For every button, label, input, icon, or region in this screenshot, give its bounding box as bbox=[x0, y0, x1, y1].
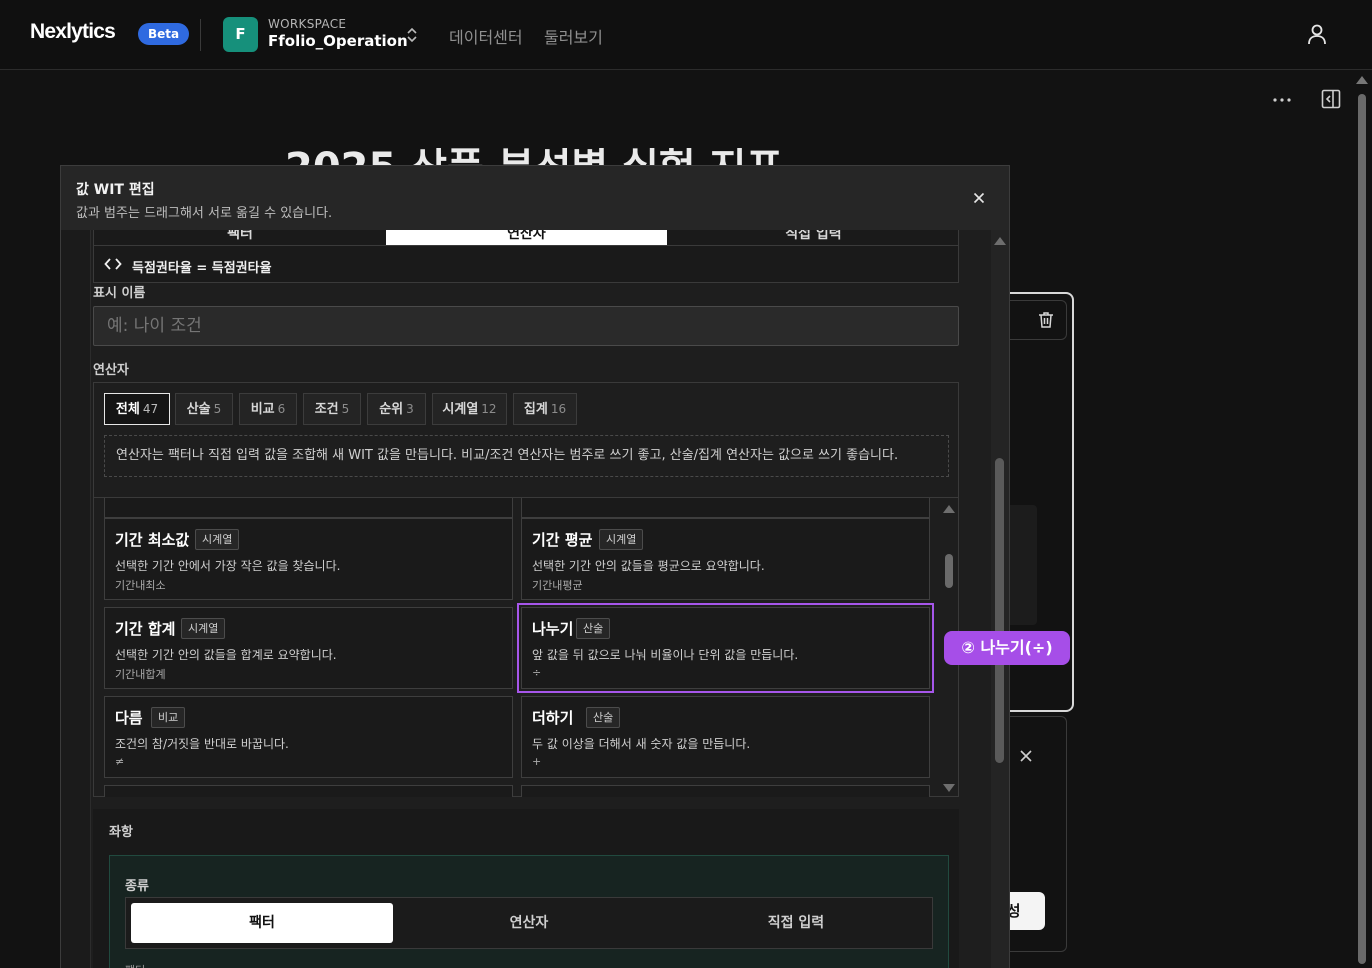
tab-factor[interactable]: 팩터 bbox=[94, 230, 386, 245]
close-icon[interactable] bbox=[1016, 746, 1036, 766]
operator-card-period-avg[interactable]: 기간 평균 시계열 선택한 기간 안의 값들을 평균으로 요약합니다. 기간내평… bbox=[521, 518, 930, 600]
modal-subtitle: 값과 범주는 드래그해서 서로 옮길 수 있습니다. bbox=[76, 206, 333, 221]
category-arithmetic[interactable]: 산술 5 bbox=[175, 393, 233, 425]
operators-description: 연산자는 팩터나 직접 입력 값을 조합해 새 WIT 값을 만듭니다. 비교/… bbox=[104, 435, 949, 477]
operator-picker: 전체 47 산술 5 비교 6 조건 5 순위 3 시계열 12 집계 16 연산자는 팩터나… bbox=[93, 382, 959, 797]
top-bar: Nexlytics Beta F WORKSPACE Ffolio_Operat… bbox=[0, 0, 1372, 70]
panel-toggle-icon[interactable] bbox=[1320, 88, 1342, 110]
operator-list: 기간 최소값 시계열 선택한 기간 안에서 가장 작은 값을 찾습니다. 기간내… bbox=[94, 497, 958, 797]
workspace-label: WORKSPACE bbox=[268, 17, 347, 31]
display-name-input[interactable] bbox=[93, 306, 959, 346]
workspace-avatar[interactable]: F bbox=[223, 17, 258, 52]
create-button[interactable]: 생성 bbox=[1005, 892, 1045, 930]
operator-card-divide[interactable]: 나누기 산술 앞 값을 뒤 값으로 나눠 비율이나 단위 값을 만듭니다. ÷ bbox=[517, 603, 934, 693]
nav-tour[interactable]: 둘러보기 bbox=[544, 24, 603, 48]
tab-direct-input[interactable]: 직접 입력 bbox=[667, 230, 960, 245]
formula-text: 득점권타율 = 득점권타율 bbox=[132, 261, 272, 276]
operator-card-partial[interactable] bbox=[521, 785, 930, 797]
category-compare[interactable]: 비교 6 bbox=[239, 393, 297, 425]
workspace-name[interactable]: Ffolio_Operation bbox=[268, 32, 408, 50]
category-timeseries[interactable]: 시계열 12 bbox=[432, 393, 507, 425]
operator-card-partial[interactable] bbox=[104, 498, 513, 518]
app-logo[interactable]: Nexlytics bbox=[30, 20, 116, 44]
kind-factor-button[interactable]: 팩터 bbox=[131, 903, 393, 943]
kind-label: 종류 bbox=[125, 879, 149, 894]
edit-wit-modal: 값 WIT 편집 값과 범주는 드래그해서 서로 옮길 수 있습니다. 팩터 연… bbox=[60, 165, 1010, 968]
nav-datacenter[interactable]: 데이터센터 bbox=[449, 24, 523, 48]
kind-direct-input-button[interactable]: 직접 입력 bbox=[665, 903, 927, 943]
tab-operator[interactable]: 연산자 bbox=[386, 230, 667, 245]
operator-card-period-sum[interactable]: 기간 합계 시계열 선택한 기간 안의 값들을 합계로 요약합니다. 기간내합계 bbox=[104, 607, 513, 689]
category-rank[interactable]: 순위 3 bbox=[367, 393, 426, 425]
kind-segmented-control: 팩터 연산자 직접 입력 bbox=[125, 897, 933, 949]
kind-box: 종류 팩터 연산자 직접 입력 팩터 bbox=[109, 855, 949, 968]
modal-body: 팩터 연산자 직접 입력 득점권타율 = 득점권타율 표시 이름 연산자 전체4… bbox=[61, 230, 1009, 968]
modal-title: 값 WIT 편집 bbox=[76, 182, 155, 198]
close-icon[interactable] bbox=[971, 190, 987, 206]
operator-card-period-min[interactable]: 기간 최소값 시계열 선택한 기간 안에서 가장 작은 값을 찾습니다. 기간내… bbox=[104, 518, 513, 600]
chevron-up-down-icon[interactable] bbox=[404, 25, 420, 45]
operator-card-partial[interactable] bbox=[521, 498, 930, 518]
user-icon[interactable] bbox=[1305, 22, 1329, 46]
formula-preview: 득점권타율 = 득점권타율 bbox=[93, 246, 959, 283]
trash-icon[interactable] bbox=[1036, 310, 1056, 330]
source-tabs: 팩터 연산자 직접 입력 bbox=[93, 230, 959, 246]
left-operand-section: 좌항 종류 팩터 연산자 직접 입력 팩터 bbox=[93, 809, 959, 968]
operator-card-add[interactable]: 더하기 산술 두 값 이상을 더해서 새 숫자 값을 만듭니다. + bbox=[521, 696, 930, 778]
display-name-label: 표시 이름 bbox=[93, 286, 146, 301]
more-dots-icon[interactable] bbox=[1270, 88, 1294, 112]
operator-card-not-equal[interactable]: 다름 비교 조건의 참/거짓을 반대로 바꿉니다. ≠ bbox=[104, 696, 513, 778]
modal-left-gutter bbox=[61, 230, 91, 968]
category-condition[interactable]: 조건 5 bbox=[303, 393, 361, 425]
factor-label: 팩터 bbox=[125, 962, 145, 968]
page-title: 2025 상품 분석별 실험 지표 bbox=[285, 148, 885, 165]
step-annotation-badge: ② 나누기(÷) bbox=[944, 631, 1070, 665]
operator-card-partial[interactable] bbox=[104, 785, 513, 797]
left-operand-title: 좌항 bbox=[109, 825, 133, 840]
divider bbox=[200, 19, 201, 51]
code-icon bbox=[104, 258, 122, 270]
category-aggregate[interactable]: 집계 16 bbox=[513, 393, 577, 425]
kind-operator-button[interactable]: 연산자 bbox=[398, 903, 660, 943]
beta-badge: Beta bbox=[138, 23, 190, 45]
modal-scrollbar[interactable] bbox=[991, 230, 1009, 968]
category-all[interactable]: 전체 47 bbox=[104, 393, 170, 425]
modal-header: 값 WIT 편집 값과 범주는 드래그해서 서로 옮길 수 있습니다. bbox=[61, 166, 1009, 230]
page-scrollbar[interactable] bbox=[1354, 74, 1370, 968]
operators-label: 연산자 bbox=[93, 363, 129, 378]
